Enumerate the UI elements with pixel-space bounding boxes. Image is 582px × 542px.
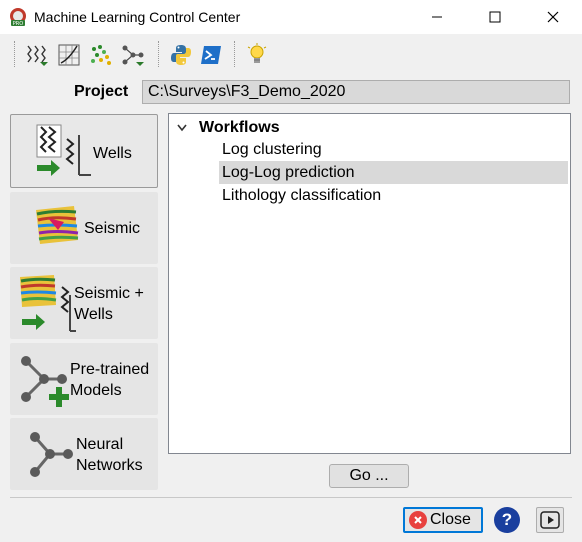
tree-root-label: Workflows [199,119,280,136]
close-circle-icon [409,511,427,529]
toolbar [0,34,582,74]
sidebar-button-label: Pre-trained [70,361,150,378]
minimize-icon [432,16,442,18]
tree-item-log-log-prediction[interactable]: Log-Log prediction [219,161,568,184]
app-logo-icon: PRO [8,7,28,27]
well-logs-icon[interactable] [24,42,50,68]
go-button[interactable]: Go ... [329,464,409,488]
project-path-field: C:\Surveys\F3_Demo_2020 [142,80,570,104]
close-button-label: Close [430,511,471,528]
help-button[interactable]: ? [494,507,520,533]
crossplot-icon[interactable] [56,42,82,68]
scatter-icon[interactable] [88,42,114,68]
network-plus-icon [18,353,72,414]
project-label: Project [74,83,129,100]
sidebar-button-label: Seismic + [74,285,144,302]
toolbar-grip [158,41,160,67]
sidebar-button-wells[interactable]: Wells [10,114,158,188]
sidebar-button-pretrained-models[interactable]: Pre-trained Models [10,343,158,415]
close-icon [547,11,559,23]
chevron-down-icon[interactable] [173,119,191,137]
sidebar-button-seismic-wells[interactable]: Seismic + Wells [10,267,158,339]
help-icon: ? [501,510,513,529]
sidebar-button-label: Neural [76,436,124,453]
maximize-icon [489,11,501,23]
title-bar: PRO Machine Learning Control Center [0,0,582,34]
divider [10,497,572,498]
neural-network-icon [28,430,74,485]
network-icon[interactable] [120,42,146,68]
play-video-icon [540,511,560,529]
close-button[interactable]: Close [403,507,483,533]
maximize-button[interactable] [466,0,524,34]
tree-item-lithology-classification[interactable]: Lithology classification [219,184,381,207]
sidebar-button-label: Seismic [84,220,141,237]
toolbar-grip [234,41,236,67]
window-title: Machine Learning Control Center [34,9,241,25]
toolbar-grip [14,41,16,67]
terminal-icon[interactable] [198,42,224,68]
seismic-wells-icon [18,275,76,338]
sidebar-button-seismic[interactable]: Seismic [10,192,158,264]
svg-text:PRO: PRO [13,21,23,27]
python-icon[interactable] [168,42,194,68]
sidebar-button-label: Models [70,382,122,399]
video-tutorial-button[interactable] [536,507,564,533]
wells-icon [35,123,93,184]
seismic-icon [34,206,80,251]
tree-root-workflows[interactable]: Workflows [173,117,280,139]
sidebar-button-label: Wells [93,145,132,162]
tree-item-log-clustering[interactable]: Log clustering [219,138,322,161]
sidebar-button-neural-networks[interactable]: Neural Networks [10,418,158,490]
window-close-button[interactable] [524,0,582,34]
minimize-button[interactable] [408,0,466,34]
lightbulb-icon[interactable] [244,42,270,68]
workflow-tree[interactable]: Workflows Log clustering Log-Log predict… [168,113,571,454]
sidebar-button-label: Networks [76,457,143,474]
sidebar-button-label: Wells [74,306,113,323]
